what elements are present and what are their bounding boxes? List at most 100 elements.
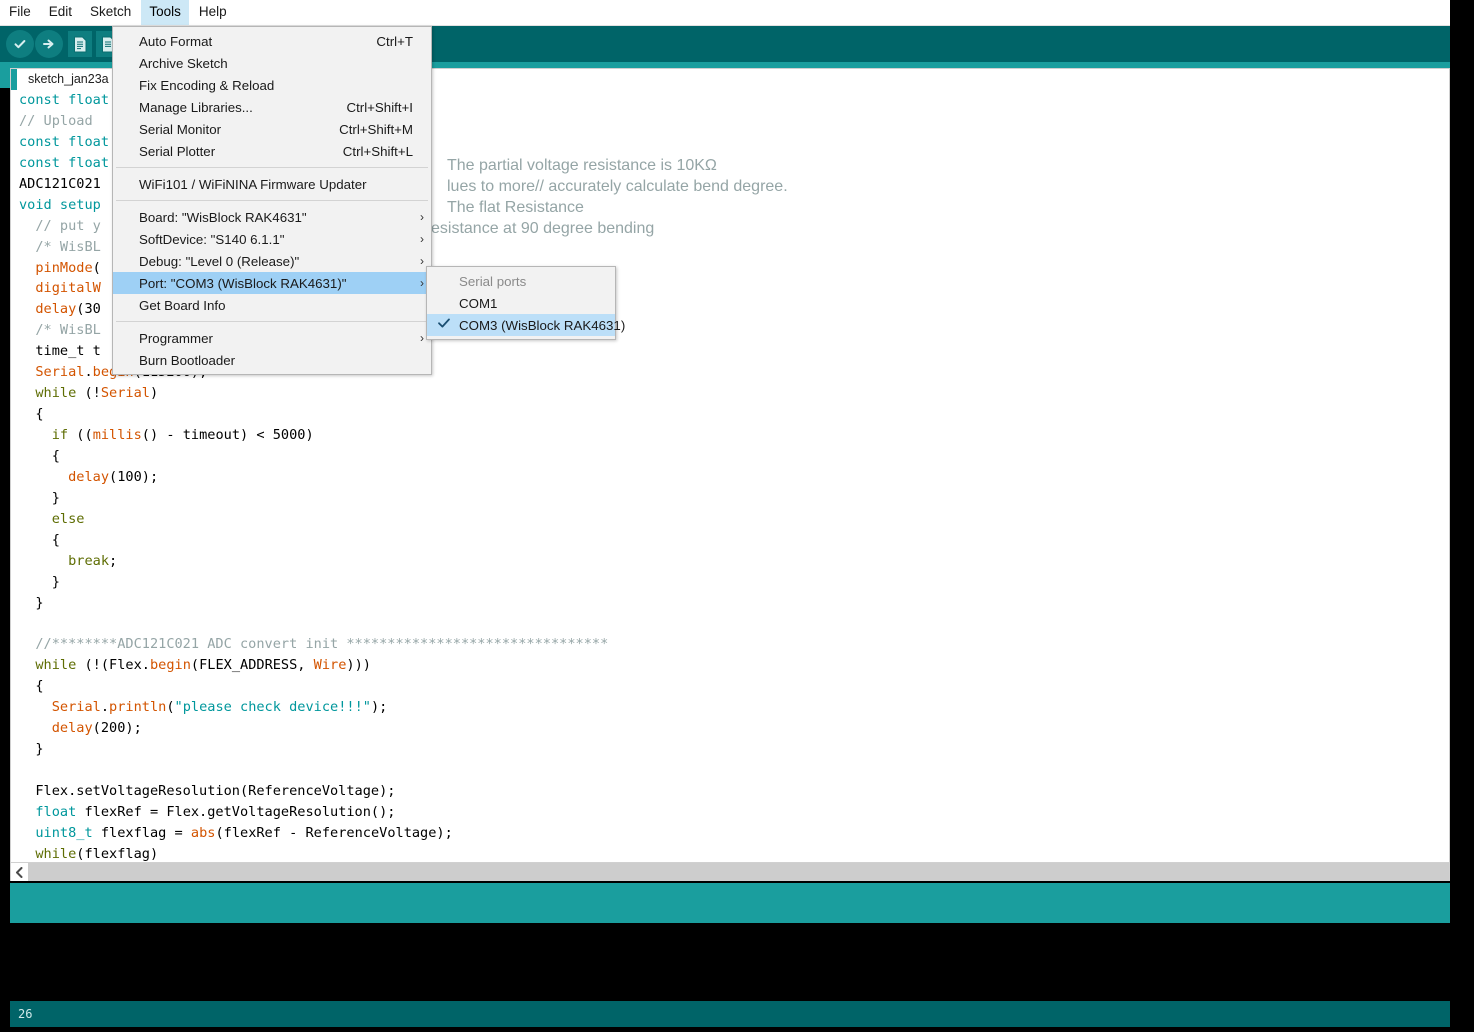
code-token: break (68, 552, 110, 569)
code-line: Serial.println("please check device!!!")… (11, 697, 1449, 718)
code-token: ; (109, 552, 118, 569)
code-token: uint8_t (35, 824, 93, 841)
menu-item-port[interactable]: Port: "COM3 (WisBlock RAK4631)" › (113, 272, 431, 294)
code-token: ( (166, 699, 175, 716)
sketch-tab-label: sketch_jan23a (28, 72, 109, 86)
menu-item-label: Archive Sketch (139, 55, 228, 71)
menu-separator-2 (116, 200, 428, 201)
menu-item-serial-monitor[interactable]: Serial Monitor Ctrl+Shift+M (113, 118, 431, 140)
menu-help[interactable]: Help (191, 0, 235, 25)
line-number-indicator: 26 (18, 1007, 33, 1021)
upload-button[interactable] (35, 30, 63, 58)
submenu-item-com3[interactable]: COM3 (WisBlock RAK4631) (427, 314, 625, 336)
code-token: while (35, 657, 77, 674)
code-token: const float (19, 92, 118, 108)
chevron-right-icon: › (420, 210, 424, 224)
code-token: { (19, 447, 60, 464)
new-sketch-button[interactable] (68, 30, 92, 58)
menu-item-label: Serial Monitor (139, 121, 222, 137)
menu-item-burn-bootloader[interactable]: Burn Bootloader (113, 349, 431, 371)
menu-item-label: Auto Format (139, 33, 213, 49)
code-line: delay(200); (11, 718, 1449, 739)
menu-item-softdevice[interactable]: SoftDevice: "S140 6.1.1" › (113, 228, 431, 250)
menu-item-debug[interactable]: Debug: "Level 0 (Release)" › (113, 250, 431, 272)
menu-item-accelerator: Ctrl+Shift+M (339, 121, 413, 137)
code-token: delay (51, 720, 93, 737)
code-token: ); (370, 699, 388, 716)
menu-item-label: Port: "COM3 (WisBlock RAK4631)" (139, 275, 347, 291)
menu-item-wifi-firmware-updater[interactable]: WiFi101 / WiFiNINA Firmware Updater (113, 173, 431, 195)
menu-item-archive-sketch[interactable]: Archive Sketch (113, 52, 431, 74)
horizontal-scrollbar[interactable] (10, 863, 1450, 881)
code-token: ) (149, 385, 159, 402)
console-output[interactable] (10, 923, 1450, 1001)
verify-button[interactable] (6, 30, 34, 58)
menu-item-get-board-info[interactable]: Get Board Info (113, 294, 431, 316)
menu-item-label: Fix Encoding & Reload (139, 77, 275, 93)
code-fragment: The flat Resistance (447, 199, 584, 216)
menu-item-label: SoftDevice: "S140 6.1.1" (139, 231, 285, 247)
code-token: delay (68, 468, 110, 485)
menu-item-accelerator: Ctrl+T (376, 33, 413, 49)
menu-item-serial-plotter[interactable]: Serial Plotter Ctrl+Shift+L (113, 140, 431, 162)
code-token: (200); (92, 720, 142, 737)
menu-item-manage-libraries[interactable]: Manage Libraries... Ctrl+Shift+I (113, 96, 431, 118)
code-token: Wire (313, 657, 347, 674)
code-token: . (84, 364, 93, 381)
submenu-item-com1[interactable]: COM1 (427, 292, 615, 314)
menu-tools[interactable]: Tools (141, 0, 189, 25)
new-file-icon (68, 31, 92, 57)
scrollbar-track[interactable] (28, 863, 1449, 881)
submenu-item-label: COM1 (459, 295, 498, 311)
menu-edit[interactable]: Edit (41, 0, 80, 25)
code-token: flexRef = Flex.getVoltageResolution(); (76, 803, 396, 820)
menu-file[interactable]: File (1, 0, 39, 25)
code-line: } (11, 739, 1449, 760)
code-token: (! (76, 385, 101, 402)
code-token: begin (149, 657, 191, 674)
code-token: . (141, 657, 150, 674)
code-line: while(flexflag) (11, 844, 1449, 862)
tools-dropdown-menu[interactable]: Auto Format Ctrl+T Archive Sketch Fix En… (112, 26, 432, 375)
code-line: while (!Serial) (11, 383, 1449, 404)
code-token: abs (190, 824, 216, 841)
code-token: . (100, 699, 110, 716)
code-token: ))) (346, 657, 371, 674)
code-line: } (11, 593, 1449, 614)
code-line: while (!(Flex.begin(FLEX_ADDRESS, Wire))… (11, 655, 1449, 676)
code-token: (( (68, 427, 93, 443)
menu-item-label: Manage Libraries... (139, 99, 253, 115)
chevron-right-icon: › (420, 276, 424, 290)
serial-ports-submenu[interactable]: Serial ports COM1 COM3 (WisBlock RAK4631… (426, 266, 625, 340)
menu-item-programmer[interactable]: Programmer › (113, 327, 431, 349)
code-token: pinMode (35, 259, 93, 276)
code-token: (FLEX_ADDRESS, (190, 657, 314, 674)
code-token: time_t t (19, 343, 101, 360)
menu-item-fix-encoding-reload[interactable]: Fix Encoding & Reload (113, 74, 431, 96)
status-band (10, 883, 1450, 923)
code-line: { (11, 446, 1449, 467)
check-circle-icon (6, 30, 34, 58)
chevron-right-icon: › (420, 331, 424, 345)
chevron-left-icon[interactable] (11, 863, 28, 881)
menu-item-board[interactable]: Board: "WisBlock RAK4631" › (113, 206, 431, 228)
code-token: Flex.setVoltageResolution(ReferenceVolta… (19, 782, 396, 799)
code-line: float flexRef = Flex.getVoltageResolutio… (11, 802, 1449, 823)
code-line: Flex.setVoltageResolution(ReferenceVolta… (11, 781, 1449, 802)
code-fragment: esistance at 90 degree bending (431, 220, 655, 237)
menu-item-auto-format[interactable]: Auto Format Ctrl+T (113, 30, 431, 52)
code-token: } (19, 489, 60, 506)
code-token: const float (19, 133, 118, 150)
code-token: (flexflag) (76, 845, 159, 862)
menu-sketch[interactable]: Sketch (82, 0, 139, 25)
code-token: digitalW (35, 280, 101, 297)
code-token: ( (92, 259, 101, 276)
code-line: uint8_t flexflag = abs(flexRef - Referen… (11, 823, 1449, 844)
arrow-right-circle-icon (35, 30, 63, 58)
